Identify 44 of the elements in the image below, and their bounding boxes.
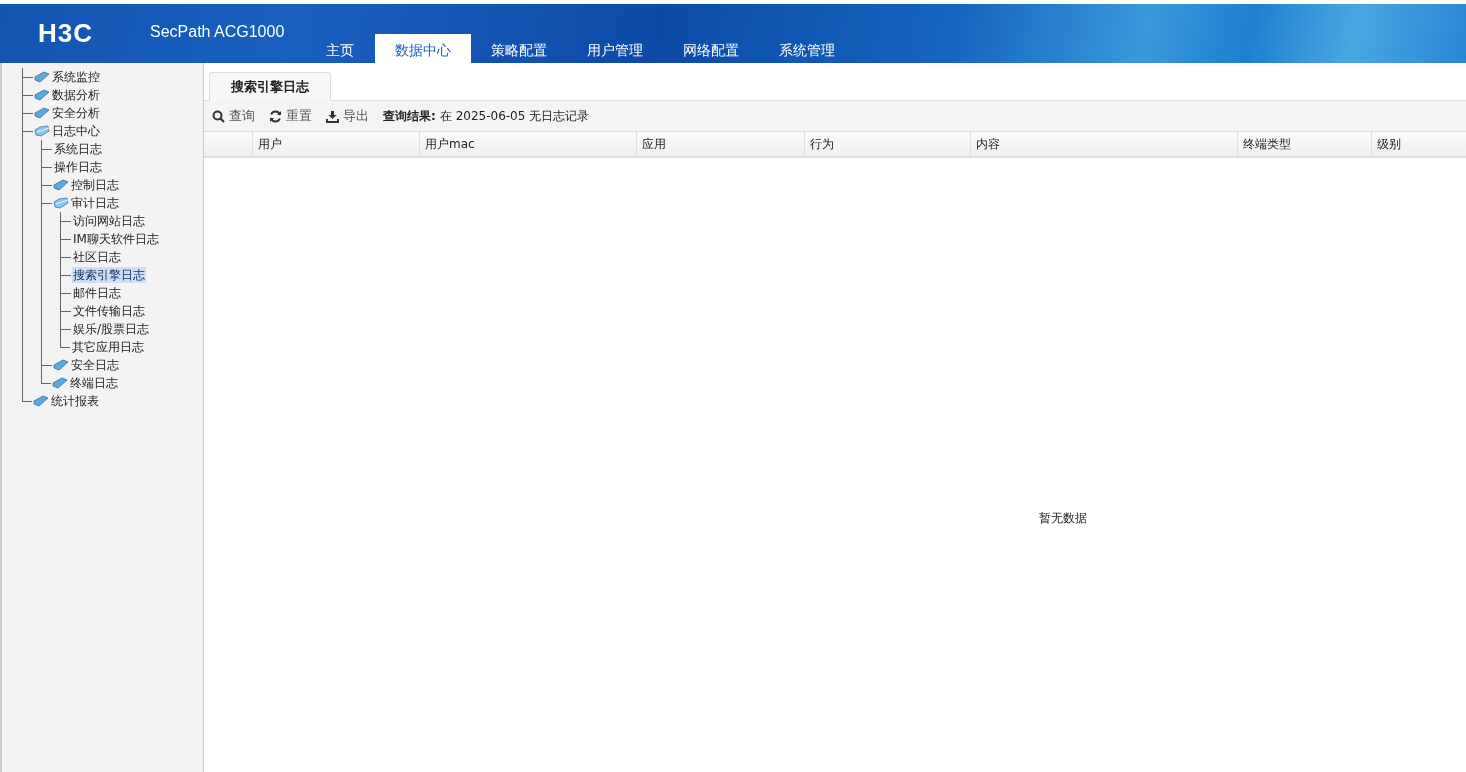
search-icon — [212, 109, 225, 123]
tree-item[interactable]: 搜索引擎日志 — [72, 267, 146, 283]
result-text: 在 2025-06-05 无日志记录 — [439, 107, 590, 125]
tree-item[interactable]: 日志中心 — [51, 123, 101, 139]
nav-tab[interactable]: 策略配置 — [471, 34, 567, 63]
tree-item[interactable]: 终端日志 — [69, 375, 119, 391]
empty-message: 暂无数据 — [1039, 509, 1087, 527]
column-header[interactable]: 用户mac — [419, 132, 636, 156]
tree-item[interactable]: IM聊天软件日志 — [72, 231, 160, 247]
tree-item[interactable]: 控制日志 — [70, 177, 120, 193]
column-header[interactable]: 用户 — [252, 132, 419, 156]
nav-tab[interactable]: 网络配置 — [663, 34, 759, 63]
nav-tab[interactable]: 用户管理 — [567, 34, 663, 63]
tree-item[interactable]: 社区日志 — [72, 249, 122, 265]
refresh-icon — [269, 109, 282, 123]
column-header[interactable]: 终端类型 — [1237, 132, 1371, 156]
content-tab[interactable]: 搜索引擎日志 — [209, 72, 331, 101]
tree-item[interactable]: 系统日志 — [53, 141, 103, 157]
tree-item[interactable]: 安全分析 — [51, 105, 101, 121]
tree-item[interactable]: 操作日志 — [53, 159, 103, 175]
column-header[interactable]: 级别 — [1371, 132, 1465, 156]
search-button[interactable]: 查询 — [212, 107, 259, 125]
nav-tab[interactable]: 主页 — [305, 34, 375, 63]
tree-item[interactable]: 数据分析 — [51, 87, 101, 103]
download-icon — [326, 109, 339, 123]
logo: H3C — [38, 18, 93, 49]
tree-item[interactable]: 审计日志 — [70, 195, 120, 211]
tree-item[interactable]: 安全日志 — [70, 357, 120, 373]
reset-button[interactable]: 重置 — [269, 107, 316, 125]
column-header[interactable]: 内容 — [970, 132, 1237, 156]
column-header[interactable]: 应用 — [636, 132, 804, 156]
tree-item[interactable]: 访问网站日志 — [72, 213, 146, 229]
tree-item[interactable]: 系统监控 — [51, 69, 101, 85]
column-header[interactable]: 行为 — [804, 132, 970, 156]
tree-item[interactable]: 其它应用日志 — [71, 339, 145, 355]
tree-item[interactable]: 统计报表 — [50, 393, 100, 409]
nav-tab[interactable]: 系统管理 — [759, 34, 855, 63]
tree-item[interactable]: 邮件日志 — [72, 285, 122, 301]
tree-item[interactable]: 文件传输日志 — [72, 303, 146, 319]
product-name: SecPath ACG1000 — [150, 23, 285, 41]
tree-item[interactable]: 娱乐/股票日志 — [72, 321, 151, 337]
nav-tab[interactable]: 数据中心 — [375, 34, 471, 63]
export-button[interactable]: 导出 — [326, 107, 373, 125]
result-label: 查询结果: — [383, 107, 436, 125]
